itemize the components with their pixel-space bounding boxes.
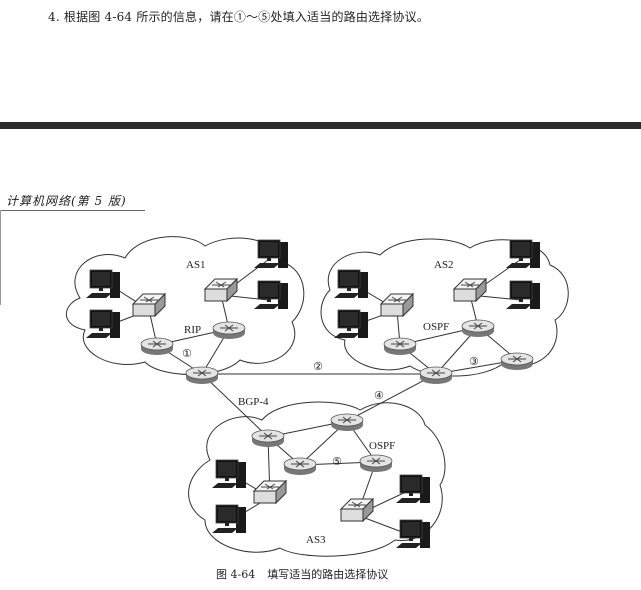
computer-icon [505, 280, 541, 310]
blank-4-marker: ④ [374, 389, 384, 402]
ospf-as3-label: OSPF [369, 440, 395, 452]
switch-icon [453, 278, 487, 302]
switch-icon [253, 480, 287, 504]
rip-label: RIP [184, 324, 201, 336]
router-icon [251, 429, 285, 448]
computer-icon [85, 309, 121, 339]
network-diagram: AS1 AS2 AS3 RIP OSPF BGP-4 OSPF ① ② ③ ④ … [65, 236, 569, 557]
caption-number: 图 4-64 [216, 568, 256, 581]
computer-icon [395, 474, 431, 504]
caption-title: 填写适当的路由选择协议 [267, 568, 389, 581]
router-icon [383, 337, 417, 356]
blank-3-marker: ③ [469, 355, 479, 368]
as3-label: AS3 [306, 534, 326, 546]
router-icon [500, 352, 534, 371]
computer-icon [211, 459, 247, 489]
blank-2-marker: ② [313, 360, 323, 373]
router-icon [140, 337, 174, 356]
as2-label: AS2 [434, 259, 454, 271]
router-icon [330, 413, 364, 432]
computer-icon [395, 519, 431, 549]
computer-icon [85, 269, 121, 299]
switch-icon [204, 278, 238, 302]
computer-icon [333, 269, 369, 299]
computer-icon [211, 504, 247, 534]
switch-icon [132, 293, 166, 317]
computer-icon [253, 280, 289, 310]
blank-1-marker: ① [182, 347, 192, 360]
router-icon [419, 366, 453, 385]
figure-caption: 图 4-64 填写适当的路由选择协议 [216, 566, 400, 582]
router-icon [461, 319, 495, 338]
as1-label: AS1 [186, 259, 206, 271]
ospf-as2-label: OSPF [423, 321, 449, 333]
router-icon [359, 454, 393, 473]
computer-icon [253, 239, 289, 269]
switch-icon [340, 498, 374, 522]
router-icon [283, 457, 317, 476]
router-icon [185, 366, 219, 385]
bgp-label: BGP-4 [238, 396, 269, 408]
computer-icon [333, 309, 369, 339]
router-icon [212, 321, 246, 340]
switch-icon [380, 293, 414, 317]
computer-icon [505, 239, 541, 269]
blank-5-marker: ⑤ [332, 455, 342, 468]
